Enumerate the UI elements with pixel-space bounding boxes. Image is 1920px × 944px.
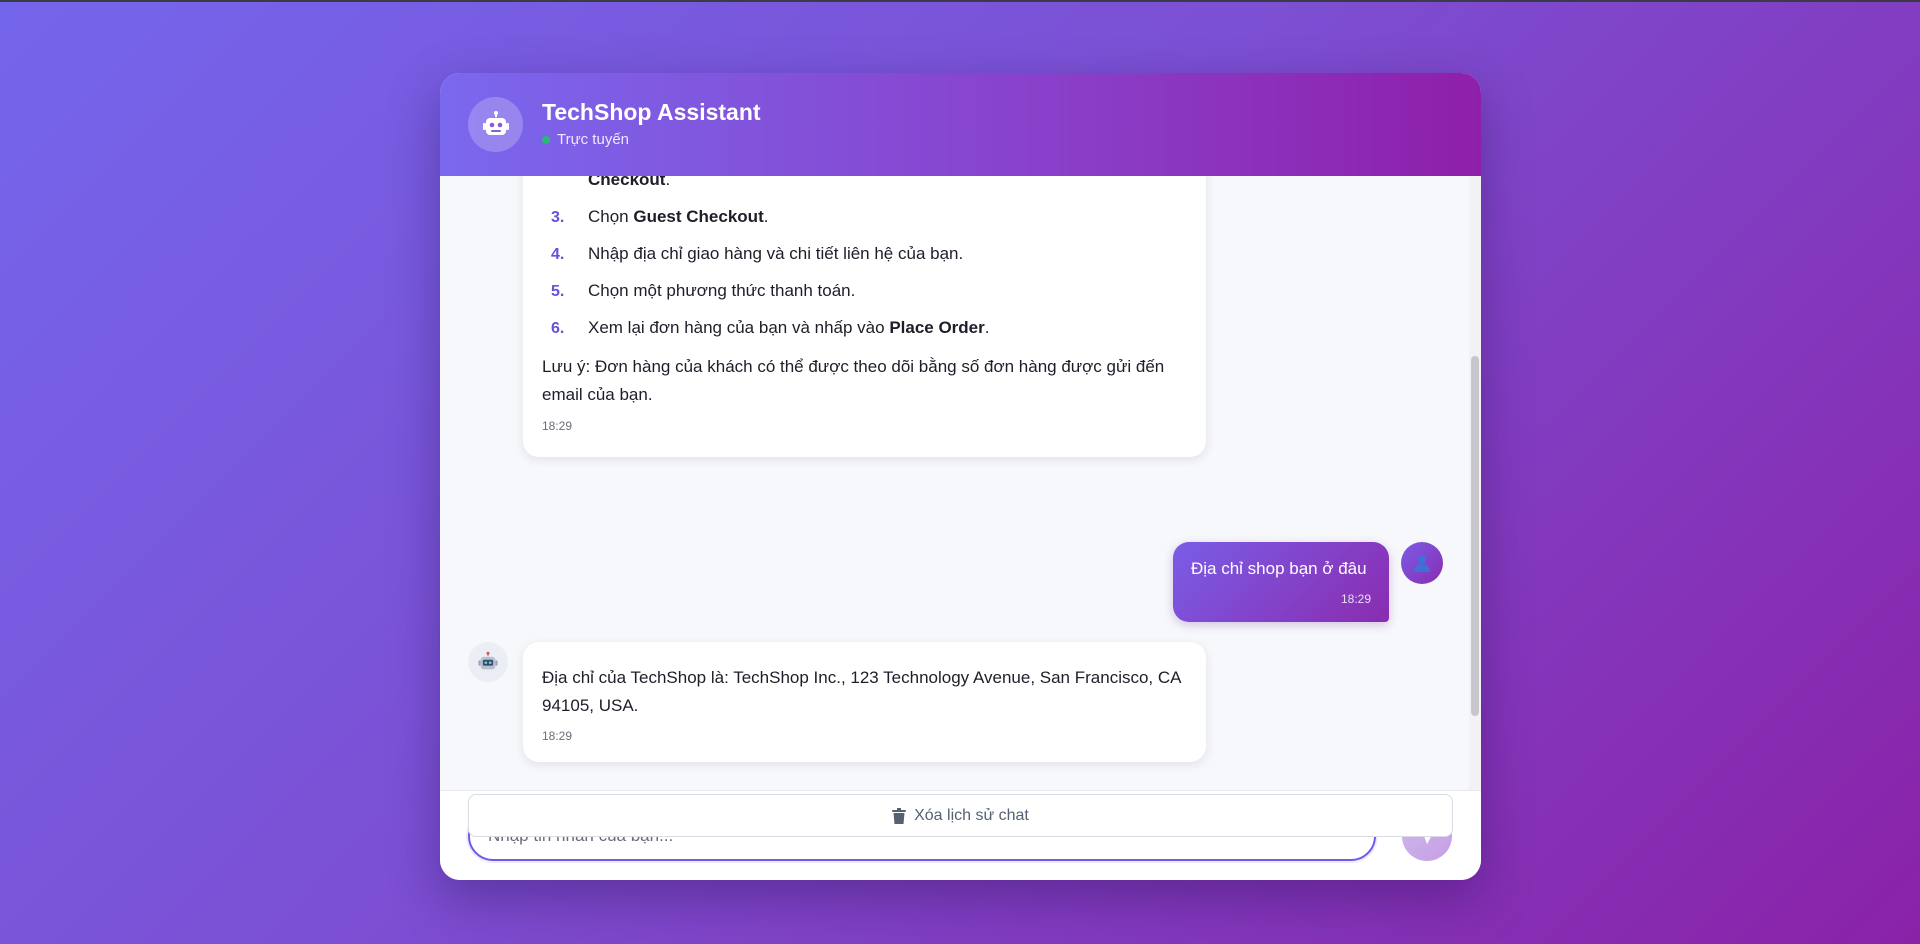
message-list[interactable]: Checkout. 3. Chọn Guest Checkout. 4. Nhập … [440, 176, 1481, 790]
step-number: 4. [551, 246, 565, 263]
chat-window: TechShop Assistant Trực tuyến Checkout. … [440, 73, 1481, 880]
list-item: 6. Xem lại đơn hàng của bạn và nhấp vào P… [551, 318, 990, 337]
user-message-text: Địa chỉ shop bạn ở đâu [1191, 559, 1367, 578]
user-message: Địa chỉ shop bạn ở đâu 18:29 [1173, 542, 1389, 622]
clear-history-label: Xóa lịch sử chat [914, 806, 1029, 824]
browser-top-strip [0, 0, 1920, 2]
message-time: 18:29 [542, 729, 573, 743]
list-item: 4. Nhập địa chỉ giao hàng và chi tiết liê… [551, 244, 964, 263]
trash-icon [892, 807, 907, 824]
list-item: 5. Chọn một phương thức thanh toán. [551, 281, 856, 300]
note-text: Lưu ý: Đơn hàng của khách có thể được th… [542, 357, 1165, 404]
robot-icon [468, 97, 523, 152]
status-dot-icon [542, 135, 550, 144]
step-number: 5. [551, 283, 565, 300]
clear-history-button[interactable]: Xóa lịch sử chat [468, 794, 1453, 837]
scrollbar[interactable] [1469, 176, 1481, 790]
message-time: 18:29 [542, 419, 573, 433]
scrollbar-thumb[interactable] [1471, 356, 1479, 716]
step-number: 3. [551, 209, 565, 226]
user-icon [1401, 542, 1443, 584]
message-time: 18:29 [1340, 592, 1371, 606]
status-label: Trực tuyến [557, 131, 630, 148]
bot-message-text: Địa chỉ của TechShop là: TechShop Inc., … [542, 668, 1181, 715]
bot-message: Checkout. 3. Chọn Guest Checkout. 4. Nhập … [523, 176, 1206, 457]
step-number: 6. [551, 320, 565, 337]
chat-header: TechShop Assistant Trực tuyến [440, 73, 1481, 176]
list-item: 3. Chọn Guest Checkout. [551, 207, 769, 226]
online-status: Trực tuyến [542, 131, 629, 148]
assistant-title: TechShop Assistant [542, 99, 761, 125]
list-item-continuation: Checkout. [588, 176, 670, 190]
bot-message: Địa chỉ của TechShop là: TechShop Inc., … [523, 642, 1206, 762]
checkout-bold: Checkout [588, 176, 666, 189]
robot-icon [468, 642, 508, 682]
